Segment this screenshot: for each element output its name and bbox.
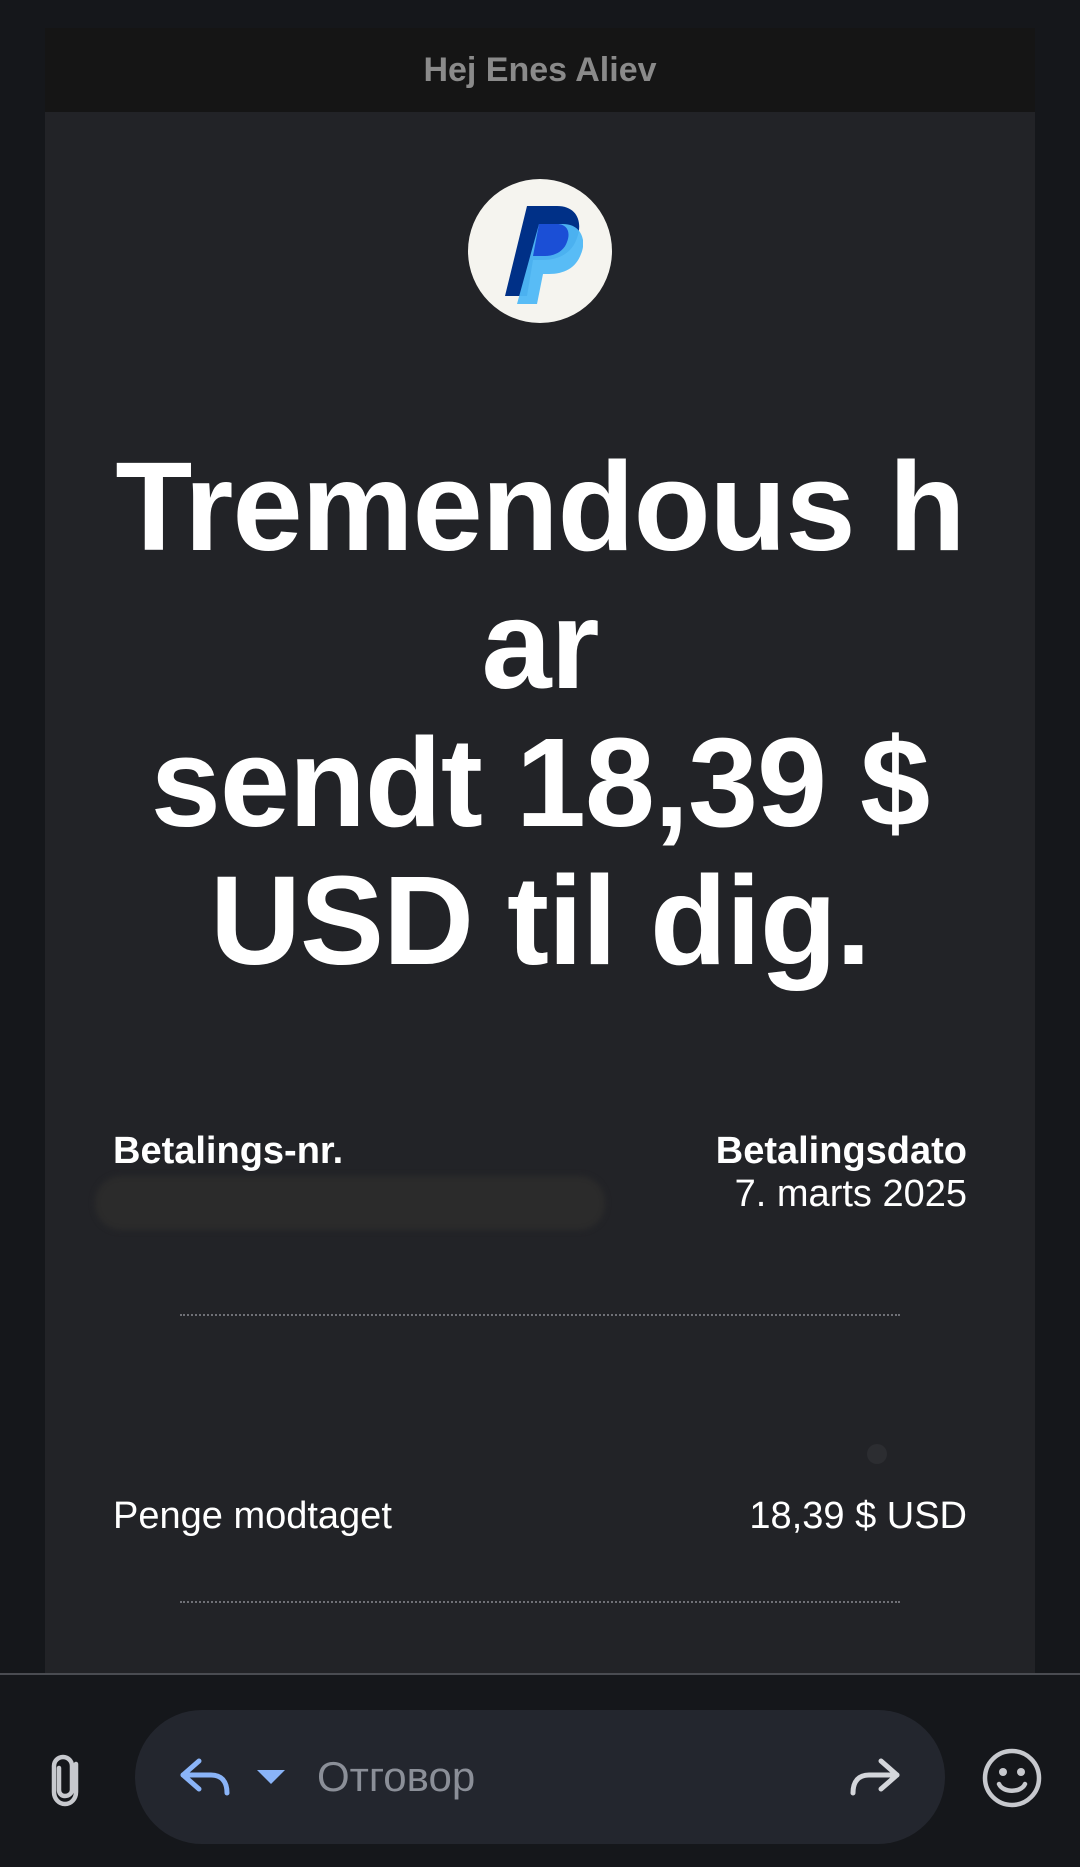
money-received-value: 18,39 $ USD [749, 1495, 967, 1537]
reply-icon[interactable] [175, 1747, 235, 1807]
caret-down-icon[interactable] [253, 1762, 289, 1792]
payment-date-label: Betalingsdato [715, 1130, 967, 1172]
reply-input-placeholder[interactable]: Отговор [317, 1710, 475, 1844]
decorative-dot [867, 1444, 887, 1464]
payment-number-label: Betalings-nr. [113, 1130, 344, 1172]
paypal-p-icon [505, 206, 583, 304]
divider [180, 1314, 900, 1316]
redacted-payment-number [95, 1176, 605, 1230]
headline-line: USD til dig. [210, 850, 871, 991]
headline-line: Tremendous h [115, 436, 965, 577]
payment-number: Betalings-nr. [113, 1130, 343, 1173]
forward-icon[interactable] [845, 1747, 905, 1807]
headline: Tremendous h ar sendt 18,39 $ USD til di… [90, 438, 990, 990]
divider [180, 1601, 900, 1603]
email-body: Hej Enes Aliev Tremendous h ar sendt 18,… [45, 28, 1035, 1674]
payment-date: Betalingsdato 7. marts 2025 [716, 1130, 967, 1216]
money-received-label: Penge modtaget [113, 1495, 392, 1537]
headline-line: ar [481, 574, 599, 715]
payment-date-value: 7. marts 2025 [734, 1173, 967, 1215]
headline-line: sendt 18,39 $ [150, 712, 930, 853]
paperclip-icon[interactable] [38, 1750, 98, 1810]
smiley-icon[interactable] [980, 1746, 1044, 1810]
greeting: Hej Enes Aliev [45, 28, 1035, 112]
paypal-logo [468, 179, 612, 323]
reply-box[interactable]: Отговор [135, 1710, 945, 1844]
